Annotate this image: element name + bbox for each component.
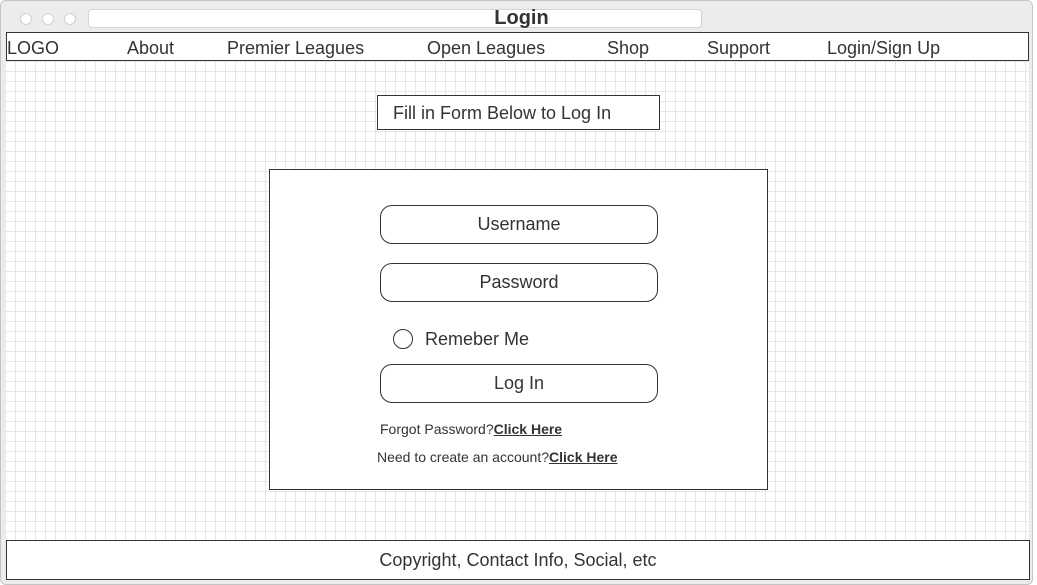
remember-me-radio[interactable] bbox=[393, 329, 413, 349]
nav-item-login-signup[interactable]: Login/Sign Up bbox=[827, 38, 940, 59]
title-bar: Login bbox=[1, 1, 1032, 33]
nav-item-support[interactable]: Support bbox=[707, 38, 770, 59]
footer: Copyright, Contact Info, Social, etc bbox=[6, 540, 1030, 580]
remember-me-label: Remeber Me bbox=[425, 329, 530, 349]
nav-item-shop[interactable]: Shop bbox=[607, 38, 649, 59]
forgot-password-text: Forgot Password? bbox=[380, 421, 494, 437]
create-account-line: Need to create an account?Click Here bbox=[377, 449, 618, 465]
forgot-password-line: Forgot Password?Click Here bbox=[380, 421, 562, 437]
username-field[interactable]: Username bbox=[380, 205, 658, 244]
create-account-text: Need to create an account? bbox=[377, 449, 550, 465]
logo[interactable]: LOGO bbox=[7, 38, 59, 59]
top-nav: LOGO About Premier Leagues Open Leagues … bbox=[6, 32, 1029, 61]
nav-item-open-leagues[interactable]: Open Leagues bbox=[427, 38, 545, 59]
nav-item-about[interactable]: About bbox=[127, 38, 174, 59]
create-account-link[interactable]: Click Here bbox=[549, 449, 617, 465]
forgot-password-link[interactable]: Click Here bbox=[494, 421, 562, 437]
form-heading: Fill in Form Below to Log In bbox=[377, 95, 660, 130]
window-title: Login bbox=[494, 7, 549, 29]
password-field[interactable]: Password bbox=[380, 263, 658, 302]
nav-item-premier-leagues[interactable]: Premier Leagues bbox=[227, 38, 364, 59]
login-button[interactable]: Log In bbox=[380, 364, 658, 403]
